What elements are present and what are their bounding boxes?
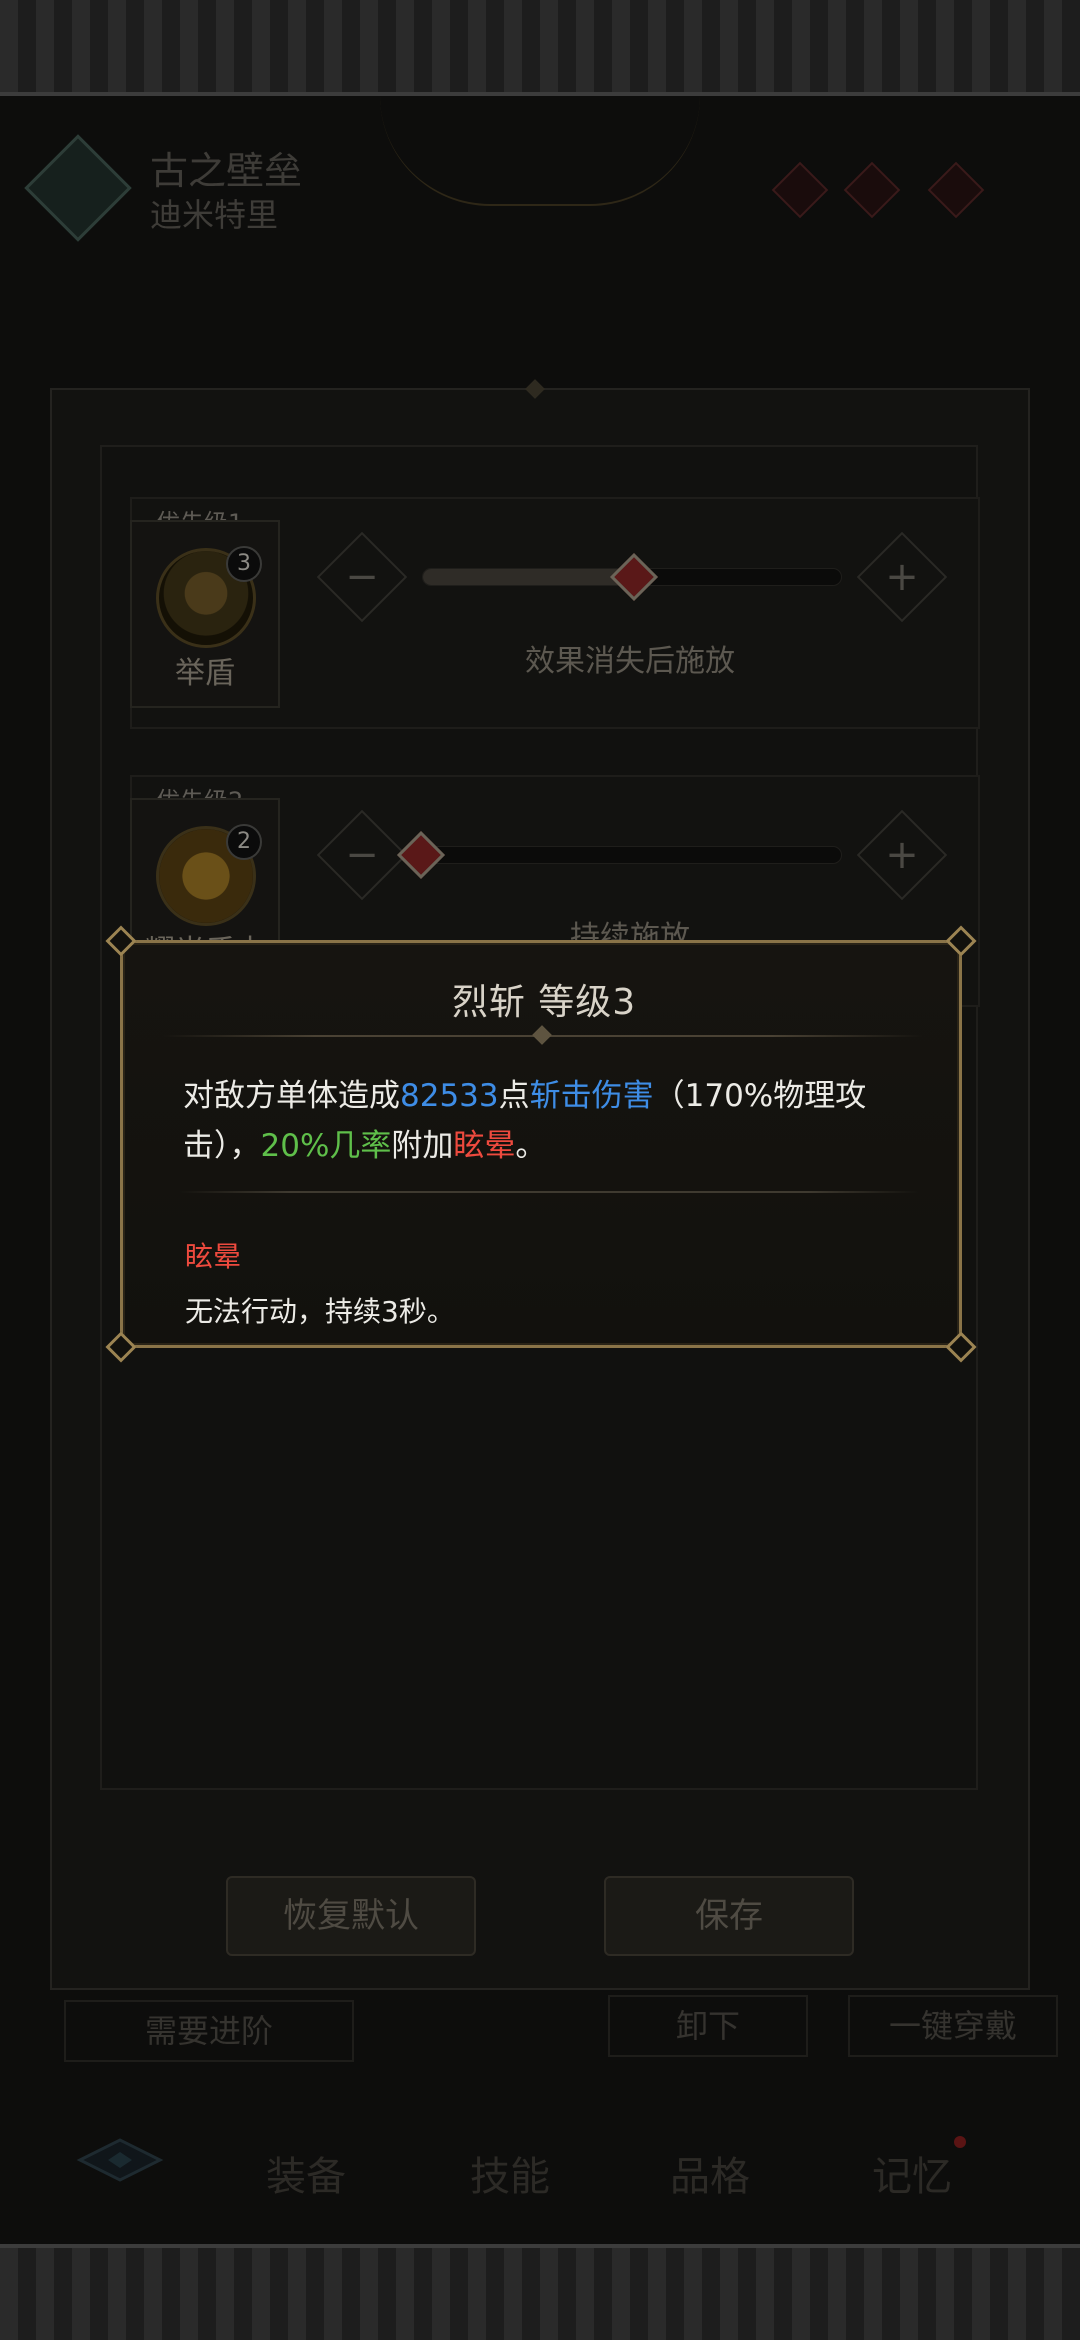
- nav-tab-equipment[interactable]: 装备: [266, 2144, 346, 2202]
- damage-value: 82533: [400, 1078, 499, 1114]
- desc-text: 对敌方单体造成: [183, 1078, 400, 1114]
- skill-name: 举盾: [175, 656, 235, 691]
- advance-button[interactable]: 需要进阶: [64, 2000, 354, 2062]
- nav-tab-memory[interactable]: 记忆: [872, 2144, 952, 2202]
- cast-condition-slider[interactable]: [422, 846, 842, 864]
- minus-icon: −: [345, 832, 379, 878]
- bottom-ornate-frame: [0, 2244, 1080, 2340]
- slider-fill: [423, 569, 641, 585]
- nav-tab-skills[interactable]: 技能: [470, 2144, 550, 2202]
- damage-type: 斩击伤害: [529, 1078, 654, 1114]
- plus-icon: +: [885, 554, 919, 600]
- section-divider: [179, 1191, 919, 1193]
- skill-level-badge: 3: [226, 546, 262, 582]
- save-button[interactable]: 保存: [604, 1876, 854, 1956]
- nav-tab-character[interactable]: 品格: [670, 2144, 750, 2202]
- desc-text: 点: [498, 1078, 530, 1114]
- notification-dot: [954, 2136, 966, 2148]
- status-effect-link: 眩晕: [453, 1128, 516, 1164]
- unequip-button[interactable]: 卸下: [608, 1995, 808, 2057]
- skill-description: 对敌方单体造成82533点斩击伤害（170%物理攻击），20%几率附加眩晕。: [183, 1071, 923, 1171]
- top-ornate-frame: [0, 0, 1080, 96]
- status-effect-description: 无法行动，持续3秒。: [185, 1295, 455, 1328]
- skill-level-badge: 2: [226, 824, 262, 860]
- hero-subtitle: 迪米特里: [150, 196, 279, 234]
- skill-tooltip-popup: 烈斩 等级3 对敌方单体造成82533点斩击伤害（170%物理攻击），20%几率…: [120, 940, 962, 1348]
- minus-icon: −: [345, 554, 379, 600]
- equip-all-button[interactable]: 一键穿戴: [848, 1995, 1058, 2057]
- tooltip-title: 烈斩 等级3: [451, 982, 637, 1023]
- desc-text: 。: [515, 1128, 547, 1164]
- hero-title: 古之壁垒: [150, 149, 303, 193]
- plus-icon: +: [885, 832, 919, 878]
- desc-text: 附加: [391, 1128, 454, 1164]
- title-divider-ornament: [532, 1025, 552, 1045]
- nav-back-gem-icon[interactable]: [70, 2130, 170, 2190]
- proc-chance: 20%几率: [260, 1128, 392, 1164]
- reset-default-button[interactable]: 恢复默认: [226, 1876, 476, 1956]
- cast-condition-label: 效果消失后施放: [525, 644, 735, 679]
- status-effect-name: 眩晕: [185, 1240, 242, 1273]
